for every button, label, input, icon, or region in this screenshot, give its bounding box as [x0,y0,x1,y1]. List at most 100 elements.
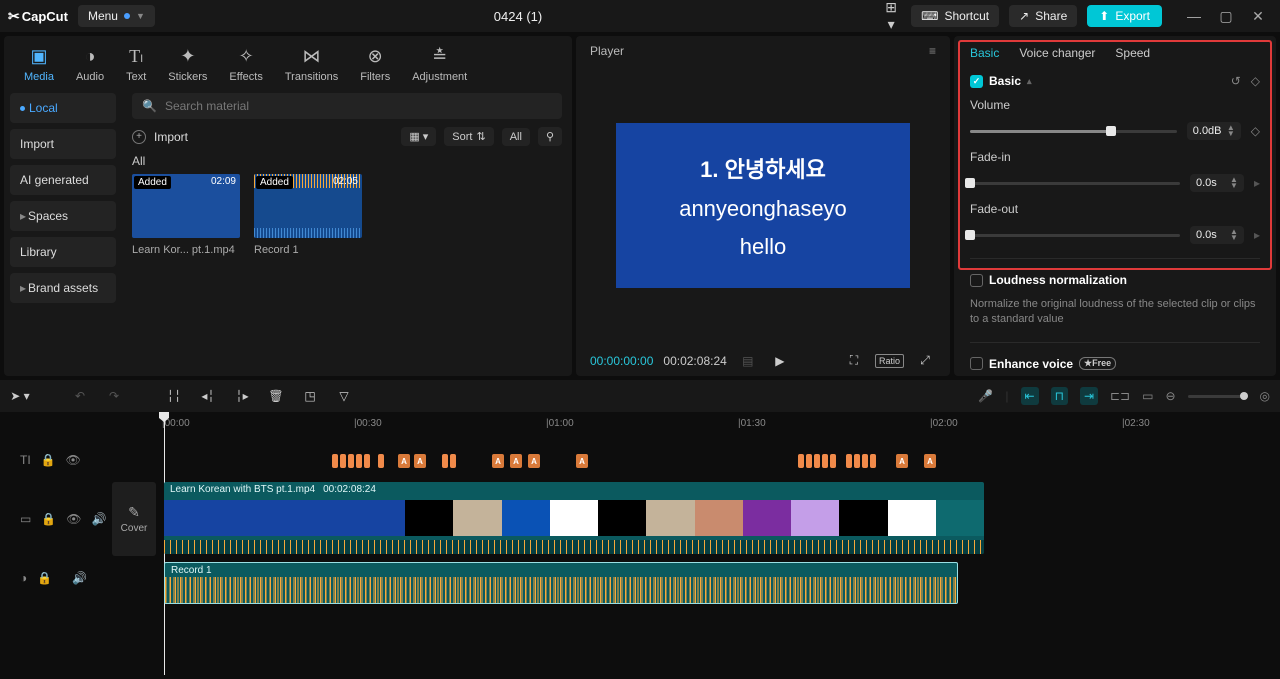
ratio-button[interactable]: Ratio [875,354,904,368]
fadein-keyframe[interactable]: ▸ [1254,176,1260,190]
split-tool[interactable]: ╎╎ [164,389,184,403]
filter-all[interactable]: All [502,128,530,146]
tab-transitions[interactable]: ⋈Transitions [275,42,348,87]
crop-tool[interactable]: ◳ [300,389,320,403]
enhance-checkbox[interactable] [970,357,983,370]
zoom-slider[interactable] [1188,395,1248,398]
split-right[interactable]: ╎▸ [232,389,252,403]
tab-stickers[interactable]: ✦Stickers [158,42,217,87]
fadeout-value[interactable]: 0.0s▲▼ [1190,226,1244,244]
play-button[interactable]: ▶ [769,354,791,368]
volume-label: Volume [970,98,1260,112]
pointer-tool[interactable]: ➤ ▾ [10,389,30,403]
window-maximize[interactable]: ▢ [1212,8,1240,25]
text-track-head: TI 🔒 👁 [0,438,112,482]
import-button[interactable]: Import [154,130,188,144]
props-tab-basic[interactable]: Basic [970,46,999,60]
audio-clip[interactable]: Record 1 [164,562,958,604]
timeline-ruler[interactable]: |00:00 |00:30 |01:00 |01:30 |02:00 |02:3… [162,412,1280,438]
video-lock-icon[interactable]: 🔒 [41,512,56,526]
window-minimize[interactable]: — [1180,8,1208,25]
menu-button[interactable]: Menu▼ [78,5,155,27]
fadein-label: Fade-in [970,150,1260,164]
shortcut-button[interactable]: ⌨Shortcut [911,5,999,27]
fullscreen-icon[interactable]: ⤢ [914,353,936,368]
tab-text[interactable]: TIText [116,42,156,87]
tab-audio[interactable]: ◑Audio [66,42,114,87]
mic-icon[interactable]: 🎤 [978,389,993,403]
gap-icon[interactable]: ⊏⊐ [1110,389,1130,403]
volume-value[interactable]: 0.0dB▲▼ [1187,122,1241,140]
magnet-right-icon[interactable]: ⇥ [1080,387,1098,405]
list-icon[interactable]: ▤ [737,354,759,368]
text-lock-icon[interactable]: 🔒 [41,453,56,467]
timecode-total: 00:02:08:24 [663,354,726,368]
keyframe-all-icon[interactable]: ◇ [1251,74,1260,88]
sidebar-brand[interactable]: ▸Brand assets [10,273,116,303]
undo-button[interactable]: ↶ [70,389,90,403]
props-tab-voice[interactable]: Voice changer [1019,46,1095,60]
audio-track[interactable]: Record 1 [162,562,1280,606]
zoom-out-icon[interactable]: ⊖ [1165,389,1175,403]
volume-slider[interactable] [970,130,1177,133]
audio-track-head: ◑ 🔒 🔊 [0,556,112,600]
preview-icon[interactable]: ▭ [1142,389,1153,403]
properties-panel: Basic Voice changer Speed ✓Basic▴ ↺ ◇ Vo… [954,36,1276,376]
fadein-slider[interactable] [970,182,1180,185]
video-preview[interactable]: 1. 안녕하세요 annyeonghaseyo hello [616,123,910,288]
tab-media[interactable]: ▣Media [14,42,64,87]
sort-button[interactable]: Sort ⇅ [444,127,493,146]
sidebar-local[interactable]: Local [10,93,116,123]
text-eye-icon[interactable]: 👁 [66,453,81,467]
filter-icon[interactable]: ⚲ [538,127,562,146]
link-icon[interactable]: ⊓ [1051,387,1068,405]
tab-adjustment[interactable]: ≛Adjustment [402,42,477,87]
view-grid[interactable]: ▦ ▾ [401,127,436,146]
share-button[interactable]: ↗Share [1009,5,1077,27]
text-track[interactable]: A A A A A A A A [162,442,1280,478]
delete-tool[interactable]: 🗑 [266,389,286,403]
crop-icon[interactable]: ⛶ [843,353,865,368]
player-title: Player [590,44,624,58]
video-mute-icon[interactable]: 🔊 [92,512,107,526]
fadein-value[interactable]: 0.0s▲▼ [1190,174,1244,192]
app-logo: ✂CapCut [8,8,68,25]
props-tab-speed[interactable]: Speed [1115,46,1150,60]
player-menu-icon[interactable]: ≡ [929,44,936,58]
window-close[interactable]: ✕ [1244,8,1272,25]
export-button[interactable]: ⬆Export [1087,5,1162,27]
fadeout-slider[interactable] [970,234,1180,237]
reset-icon[interactable]: ↺ [1231,74,1241,88]
redo-button[interactable]: ↷ [104,389,124,403]
titlebar: ✂CapCut Menu▼ 0424 (1) ⊞ ▾ ⌨Shortcut ↗Sh… [0,0,1280,32]
audio-lock-icon[interactable]: 🔒 [37,571,52,585]
fadeout-keyframe[interactable]: ▸ [1254,228,1260,242]
cover-button[interactable]: ✎ Cover [112,482,156,556]
video-track-head: ▭ 🔒 👁 🔊 [0,482,112,556]
layout-icon[interactable]: ⊞ ▾ [881,0,901,33]
audio-mute-icon[interactable]: 🔊 [72,571,87,585]
project-title: 0424 (1) [165,9,871,24]
magnet-left-icon[interactable]: ⇤ [1021,387,1039,405]
tab-filters[interactable]: ⊗Filters [350,42,400,87]
sidebar-ai[interactable]: AI generated [10,165,116,195]
volume-keyframe[interactable]: ◇ [1251,124,1260,138]
video-clip[interactable]: Learn Korean with BTS pt.1.mp400:02:08:2… [164,482,984,554]
video-track[interactable]: Learn Korean with BTS pt.1.mp400:02:08:2… [162,482,1280,556]
video-eye-icon[interactable]: 👁 [66,512,81,526]
zoom-fit-icon[interactable]: ◎ [1260,389,1270,403]
basic-checkbox[interactable]: ✓ [970,75,983,88]
media-clip-1[interactable]: Added 02:09 Learn Kor... pt.1.mp4 [132,174,240,256]
search-input[interactable]: 🔍 Search material [132,93,562,119]
media-clip-2[interactable]: Added 02:05 Record 1 [254,174,362,256]
loudness-checkbox[interactable] [970,274,983,287]
sidebar-library[interactable]: Library [10,237,116,267]
timeline: TI 🔒 👁 ▭ 🔒 👁 🔊 ◑ 🔒 🔊 ✎ Cover |00:00 |00:… [0,412,1280,675]
import-plus-icon[interactable]: + [132,130,146,144]
search-icon: 🔍 [142,99,157,113]
split-left[interactable]: ◂╎ [198,389,218,403]
sidebar-spaces[interactable]: ▸Spaces [10,201,116,231]
tab-effects[interactable]: ✧Effects [219,42,272,87]
sidebar-import[interactable]: Import [10,129,116,159]
marker-tool[interactable]: ▽ [334,389,354,403]
